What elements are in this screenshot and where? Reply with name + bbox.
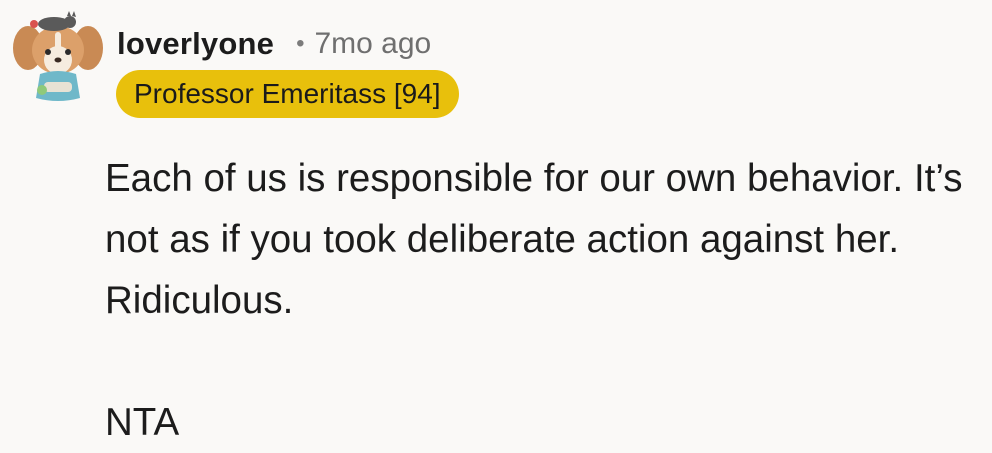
comment-meta: loverlyone • 7mo ago [117, 22, 431, 66]
comment-paragraph: NTA [105, 401, 180, 444]
username-link[interactable]: loverlyone [117, 26, 274, 62]
comment-body: Each of us is responsible for our own be… [105, 148, 985, 453]
comment: loverlyone • 7mo ago Professor Emeritass… [0, 0, 992, 444]
comment-paragraph: Each of us is responsible for our own be… [105, 157, 963, 322]
timestamp-link[interactable]: 7mo ago [314, 27, 431, 61]
meta-separator: • [296, 30, 305, 57]
user-avatar-icon[interactable] [10, 8, 106, 104]
user-flair-badge: Professor Emeritass [94] [116, 70, 459, 118]
